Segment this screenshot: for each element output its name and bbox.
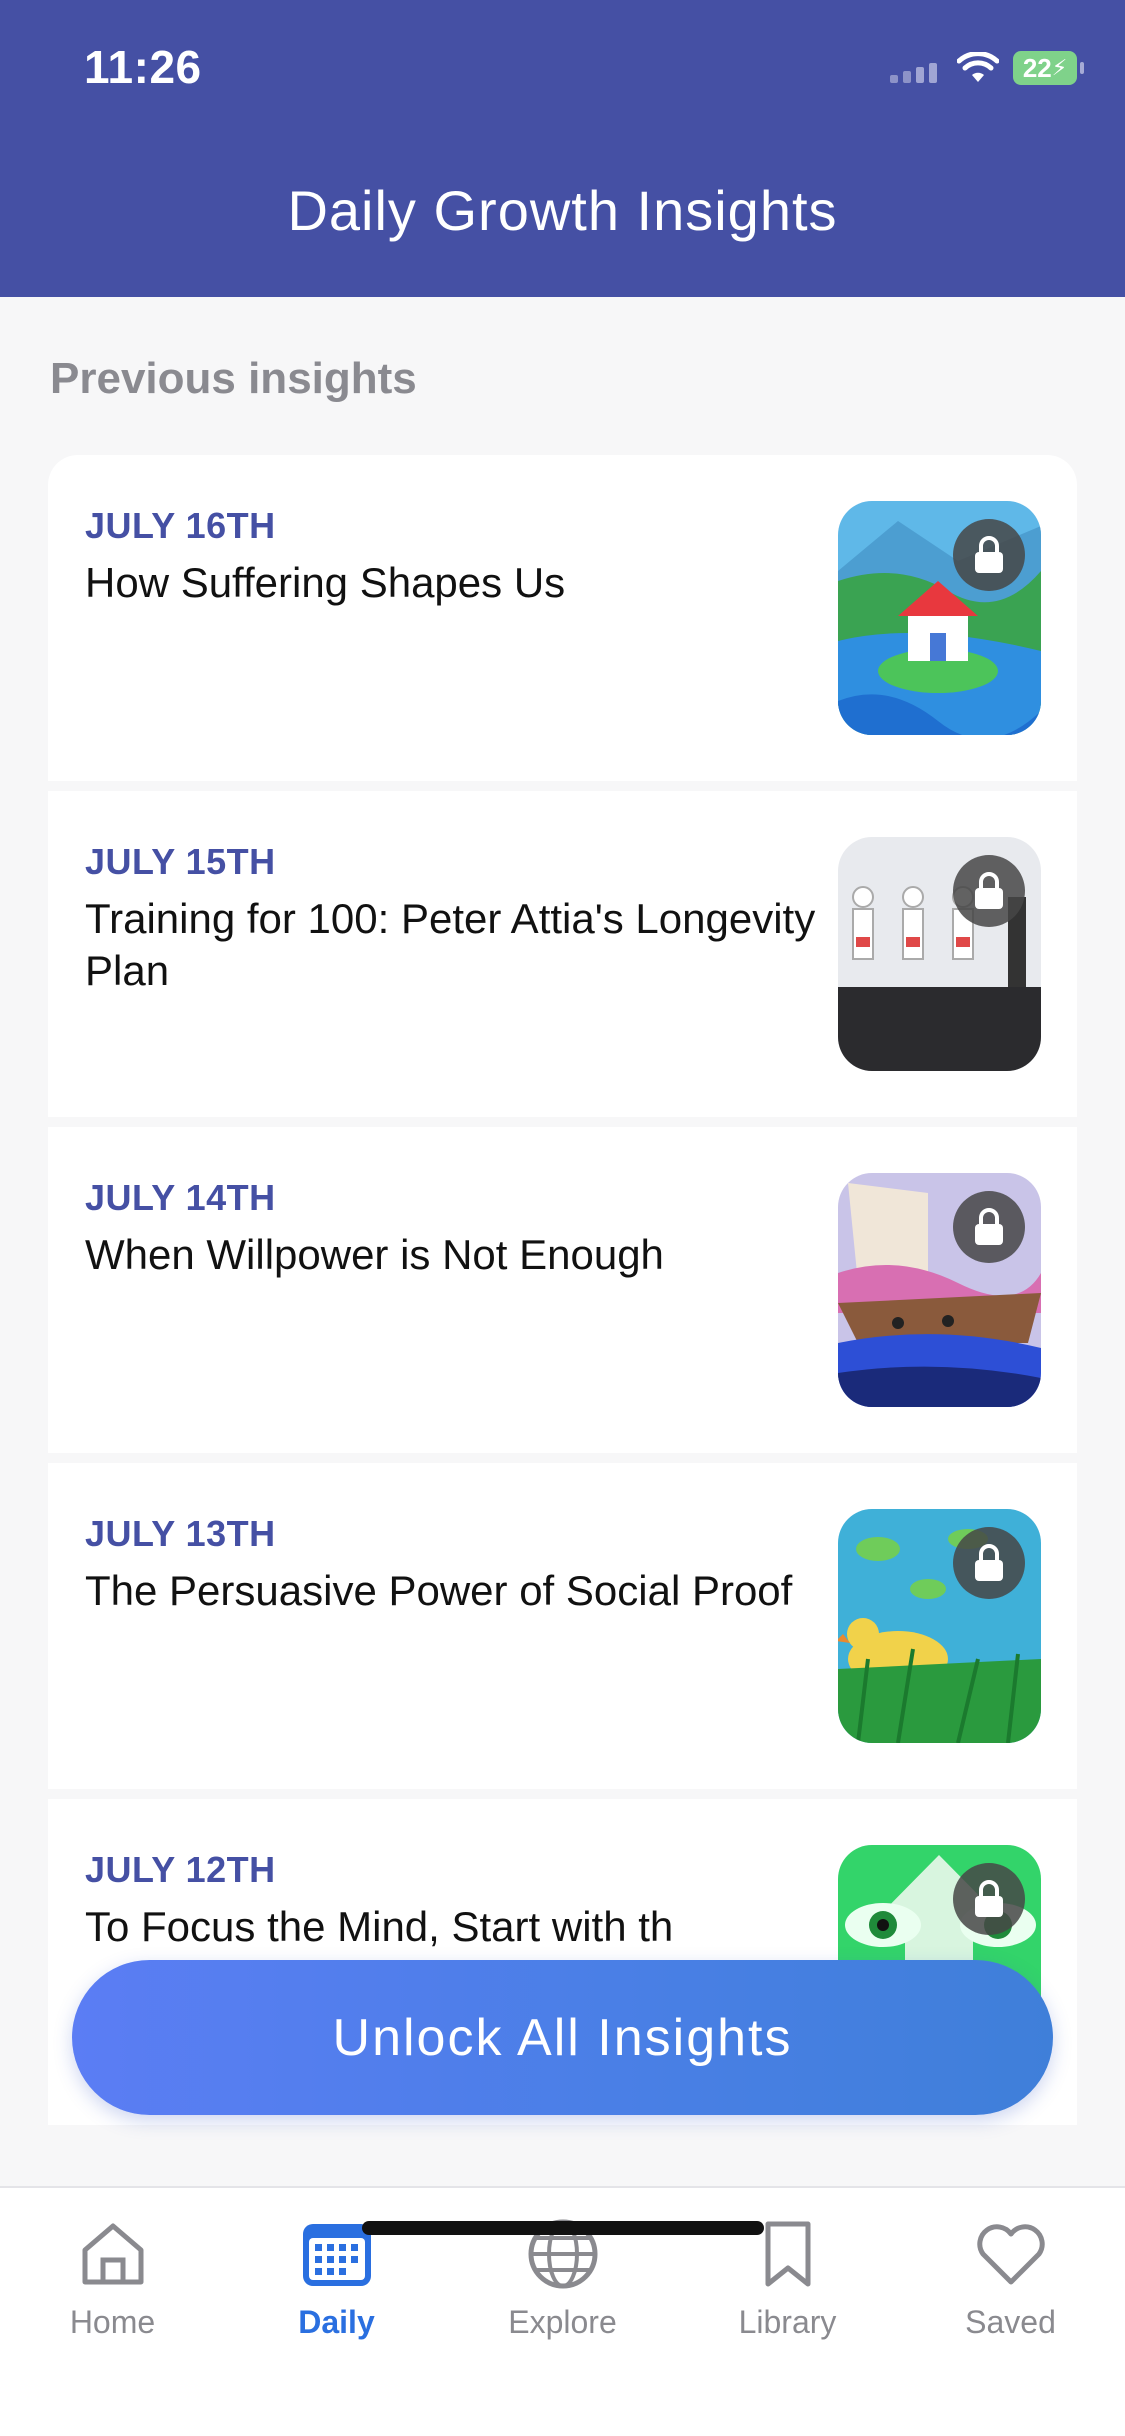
status-icons: 22 ⚡ — [890, 46, 1084, 90]
insight-thumbnail — [838, 501, 1041, 735]
unlock-all-insights-button[interactable]: Unlock All Insights — [72, 1960, 1053, 2115]
insight-card[interactable]: JULY 15TH Training for 100: Peter Attia'… — [48, 791, 1077, 1117]
insight-title: Training for 100: Peter Attia's Longevit… — [85, 895, 816, 994]
cellular-signal-icon — [890, 53, 937, 83]
insight-thumbnail — [838, 1173, 1041, 1407]
insight-date: JULY 14TH — [85, 1177, 276, 1218]
tab-label: Saved — [965, 2304, 1056, 2340]
insight-title: To Focus the Mind, Start with th — [85, 1903, 674, 1950]
page-title: Daily Growth Insights — [287, 179, 838, 242]
heart-icon — [976, 2224, 1045, 2285]
insight-thumbnail — [838, 1509, 1041, 1743]
insight-card[interactable]: JULY 16TH How Suffering Shapes Us — [48, 455, 1077, 781]
insight-thumbnail — [838, 837, 1041, 1071]
insight-date: JULY 12TH — [85, 1849, 276, 1890]
insight-title: When Willpower is Not Enough — [85, 1231, 664, 1278]
home-icon — [82, 2223, 143, 2285]
insight-date: JULY 15TH — [85, 841, 276, 882]
insight-date: JULY 13TH — [85, 1513, 276, 1554]
tab-label: Library — [738, 2304, 837, 2340]
battery-icon: 22 ⚡ — [1013, 51, 1084, 85]
lock-icon — [953, 855, 1025, 927]
insight-card[interactable]: JULY 14TH When Willpower is Not Enough — [48, 1127, 1077, 1453]
battery-level: 22 — [1022, 52, 1052, 83]
section-label: Previous insights — [50, 354, 417, 403]
insights-list: JULY 16TH How Suffering Shapes Us JULY 1… — [48, 455, 1077, 2135]
wifi-icon — [957, 52, 999, 82]
tab-label: Home — [69, 2304, 156, 2340]
tab-label: Daily — [298, 2304, 375, 2340]
status-time: 11:26 — [84, 41, 202, 93]
tab-label: Explore — [508, 2304, 617, 2340]
lock-icon — [953, 1863, 1025, 1935]
app-header: 11:26 22 ⚡ Daily Growth Insights — [0, 0, 1125, 297]
insight-title: The Persuasive Power of Social Proof — [85, 1567, 793, 1614]
insight-title: How Suffering Shapes Us — [85, 559, 566, 606]
tab-home[interactable]: Home — [0, 2208, 225, 2341]
lock-icon — [953, 519, 1025, 591]
lock-icon — [953, 1191, 1025, 1263]
home-indicator — [362, 2221, 764, 2235]
insight-date: JULY 16TH — [85, 505, 276, 546]
insight-card[interactable]: JULY 13TH The Persuasive Power of Social… — [48, 1463, 1077, 1789]
lock-icon — [953, 1527, 1025, 1599]
tab-saved[interactable]: Saved — [898, 2208, 1123, 2341]
